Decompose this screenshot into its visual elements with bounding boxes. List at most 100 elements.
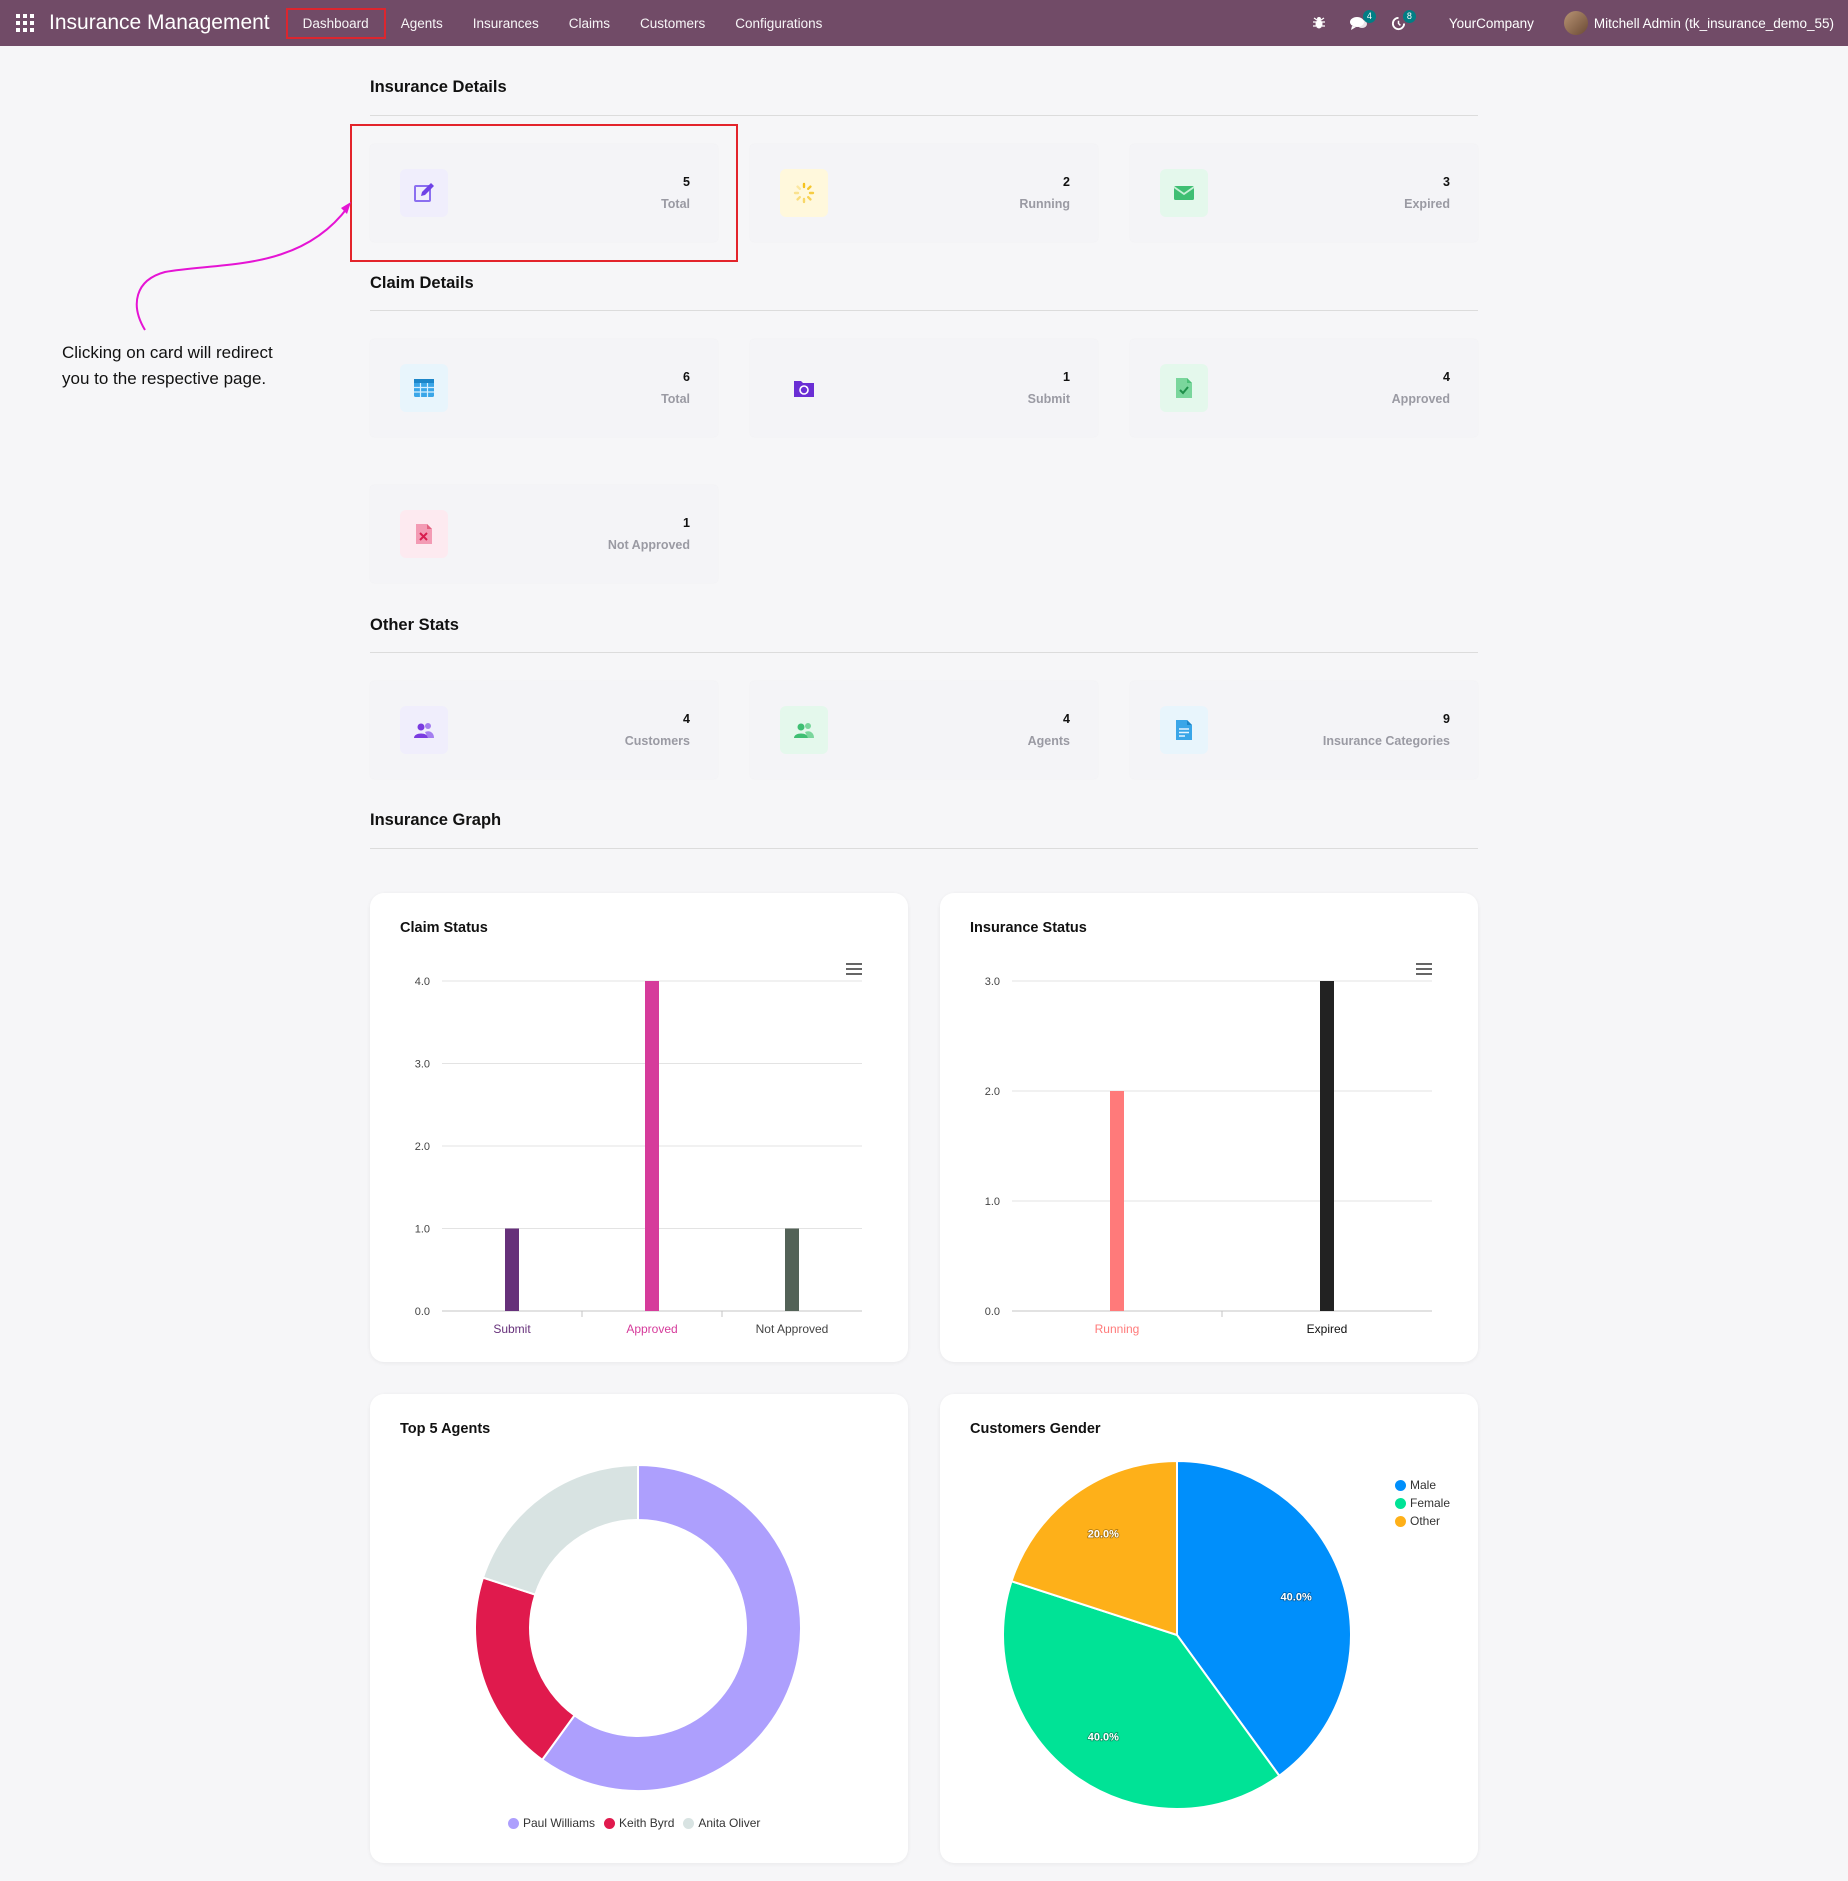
user-menu[interactable]: Mitchell Admin (tk_insurance_demo_55) <box>1563 11 1834 35</box>
legend-marker <box>1395 1479 1406 1491</box>
customers-gender-pie-chart: 40.0% 40.0% 20.0% <box>1002 1459 1352 1810</box>
bar-not-approved <box>785 1228 799 1311</box>
legend-label: Keith Byrd <box>619 1816 675 1830</box>
card-insurance-running[interactable]: 2 Running <box>750 144 1098 242</box>
section-divider <box>370 652 1478 653</box>
section-title-claim-details: Claim Details <box>370 274 474 292</box>
card-label: Total <box>661 392 690 406</box>
users-icon <box>400 706 448 754</box>
menu-customers[interactable]: Customers <box>625 8 720 39</box>
card-value: 4 <box>683 712 690 726</box>
legend-marker <box>1395 1497 1406 1509</box>
y-tick-label: 1.0 <box>985 1196 1000 1208</box>
card-label: Approved <box>1391 392 1450 406</box>
systray: 4 8 YourCompany Mitchell Admin (tk_insur… <box>1299 0 1848 46</box>
card-claim-approved[interactable]: 4 Approved <box>1130 339 1478 437</box>
x-tick-label: Running <box>1095 1322 1140 1336</box>
y-tick-label: 3.0 <box>415 1059 430 1071</box>
highlight-box <box>350 124 738 262</box>
slice-anita-oliver <box>481 1463 639 1596</box>
annotation-arrow <box>135 202 351 331</box>
activity-badge: 8 <box>1402 10 1416 23</box>
legend-item-keith-byrd[interactable]: Keith Byrd <box>604 1816 674 1830</box>
bar-submit <box>505 1228 519 1311</box>
card-label: Customers <box>624 734 690 748</box>
card-label: Submit <box>1027 392 1070 406</box>
user-name: Mitchell Admin (tk_insurance_demo_55) <box>1593 15 1834 31</box>
legend-label: Paul Williams <box>523 1816 596 1830</box>
y-tick-label: 0.0 <box>415 1306 430 1318</box>
bar-running <box>1110 1091 1124 1311</box>
chart-card-customers-gender: Customers Gender 40.0% 40.0% 20.0% Male Fem… <box>940 1394 1478 1863</box>
legend-marker <box>508 1817 519 1829</box>
card-value: 4 <box>1443 370 1450 384</box>
menu-configurations[interactable]: Configurations <box>720 8 837 39</box>
menu-insurances[interactable]: Insurances <box>458 8 554 39</box>
avatar <box>1563 11 1588 35</box>
section-divider <box>370 848 1478 849</box>
chart-card-insurance-status: Insurance Status 0.0 1.0 2.0 3.0 Running Expi… <box>940 893 1478 1362</box>
card-label: Expired <box>1404 197 1450 211</box>
legend-marker <box>604 1817 616 1829</box>
card-label: Agents <box>1027 734 1070 748</box>
legend-item-anita-oliver[interactable]: Anita Oliver <box>683 1816 760 1830</box>
y-tick-label: 4.0 <box>415 976 430 988</box>
legend-marker <box>1395 1515 1406 1527</box>
legend-label: Female <box>1410 1496 1451 1510</box>
legend-item-female[interactable]: Female <box>1395 1496 1450 1510</box>
card-agents[interactable]: 4 Agents <box>750 681 1098 779</box>
y-tick-label: 1.0 <box>415 1224 430 1236</box>
card-claim-total[interactable]: 6 Total <box>370 339 718 437</box>
card-label: Running <box>1019 197 1070 211</box>
bar-expired <box>1320 981 1334 1311</box>
activity-clock-icon[interactable]: 8 <box>1379 0 1419 46</box>
messages-icon[interactable]: 4 <box>1339 0 1379 46</box>
x-tick-label: Expired <box>1307 1322 1348 1336</box>
chart-legend: Paul Williams Keith Byrd Anita Oliver <box>508 1816 769 1830</box>
card-value: 2 <box>1063 175 1070 189</box>
y-tick-label: 2.0 <box>415 1141 430 1153</box>
company-switcher[interactable]: YourCompany <box>1449 16 1534 31</box>
card-value: 1 <box>683 516 690 530</box>
section-divider <box>370 310 1478 311</box>
card-value: 4 <box>1063 712 1070 726</box>
agents-icon <box>780 706 828 754</box>
card-value: 1 <box>1063 370 1070 384</box>
file-check-icon <box>1160 364 1208 412</box>
section-title-insurance-graph: Insurance Graph <box>370 811 502 829</box>
legend-label: Anita Oliver <box>698 1816 761 1830</box>
y-tick-label: 3.0 <box>985 976 1000 988</box>
data-label: 40.0% <box>1088 1731 1119 1743</box>
card-value: 9 <box>1443 712 1450 726</box>
legend-item-other[interactable]: Other <box>1395 1514 1450 1528</box>
insurance-status-bar-chart: 0.0 1.0 2.0 3.0 Running Expired <box>985 976 1432 1336</box>
data-label: 20.0% <box>1088 1529 1119 1541</box>
card-insurance-categories[interactable]: 9 Insurance Categories <box>1130 681 1478 779</box>
card-value: 3 <box>1443 175 1450 189</box>
annotation-text: Clicking on card will redirect you to th… <box>62 343 273 388</box>
x-tick-label: Submit <box>493 1322 531 1336</box>
legend-marker <box>683 1817 695 1829</box>
menu-claims[interactable]: Claims <box>554 8 625 39</box>
chart-card-top-agents: Top 5 Agents Paul Williams Keith Byrd Anit… <box>370 1394 908 1863</box>
card-customers[interactable]: 4 Customers <box>370 681 718 779</box>
y-tick-label: 2.0 <box>985 1086 1000 1098</box>
card-insurance-expired[interactable]: 3 Expired <box>1130 144 1478 242</box>
legend-item-paul-williams[interactable]: Paul Williams <box>508 1816 595 1830</box>
x-tick-label: Approved <box>626 1322 677 1336</box>
chart-card-claim-status: Claim Status 0.0 1.0 2.0 3.0 4.0 Submit Approv… <box>370 893 908 1362</box>
bar-approved <box>645 981 659 1311</box>
debug-bug-icon[interactable] <box>1299 0 1339 46</box>
card-claim-not-approved[interactable]: 1 Not Approved <box>370 485 718 583</box>
file-x-icon <box>400 510 448 558</box>
x-tick-label: Not Approved <box>756 1322 829 1336</box>
card-claim-submit[interactable]: 1 Submit <box>750 339 1098 437</box>
folder-sync-icon <box>780 364 828 412</box>
envelope-icon <box>1160 169 1208 217</box>
chart-legend: Male Female Other <box>1395 1478 1459 1532</box>
card-label: Insurance Categories <box>1322 734 1450 748</box>
section-title-other-stats: Other Stats <box>370 616 459 634</box>
slice-keith-byrd <box>474 1576 576 1762</box>
y-tick-label: 0.0 <box>985 1306 1000 1318</box>
legend-item-male[interactable]: Male <box>1395 1478 1450 1492</box>
